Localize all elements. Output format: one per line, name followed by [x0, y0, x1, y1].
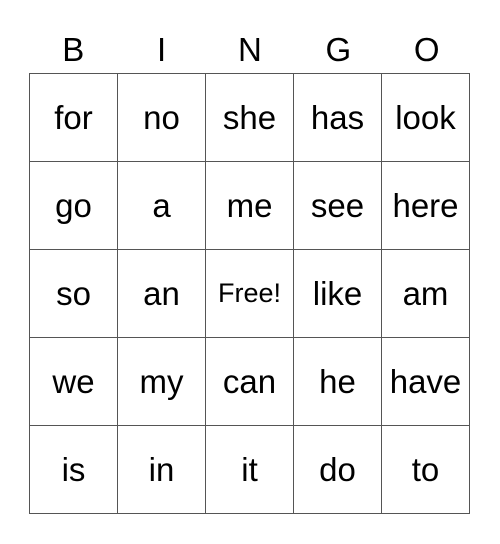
card-cell[interactable]: she	[205, 73, 294, 162]
card-cell[interactable]: my	[117, 337, 206, 426]
card-cell[interactable]: am	[381, 249, 470, 338]
card-row: we my can he have	[29, 337, 470, 426]
card-cell[interactable]: so	[29, 249, 118, 338]
header-letter-b: B	[62, 31, 85, 68]
free-space-cell[interactable]: Free!	[205, 249, 294, 338]
card-cell[interactable]: see	[293, 161, 382, 250]
card-cell[interactable]: me	[205, 161, 294, 250]
card-cell[interactable]: he	[293, 337, 382, 426]
card-cell[interactable]: to	[381, 425, 470, 514]
card-row: is in it do to	[29, 425, 470, 514]
card-cell[interactable]: look	[381, 73, 470, 162]
card-cell[interactable]: an	[117, 249, 206, 338]
bingo-card: for no she has look go a me see here so …	[29, 73, 470, 514]
bingo-header: B I N G O	[29, 28, 471, 72]
card-cell[interactable]: have	[381, 337, 470, 426]
card-cell[interactable]: like	[293, 249, 382, 338]
card-cell[interactable]: here	[381, 161, 470, 250]
card-cell[interactable]: go	[29, 161, 118, 250]
card-row: so an Free! like am	[29, 249, 470, 338]
card-cell[interactable]: it	[205, 425, 294, 514]
card-cell[interactable]: for	[29, 73, 118, 162]
header-letter-n: N	[238, 31, 262, 68]
card-cell[interactable]: do	[293, 425, 382, 514]
header-letter-g: G	[325, 31, 352, 68]
header-letter-i: I	[157, 31, 167, 68]
card-cell[interactable]: no	[117, 73, 206, 162]
card-cell[interactable]: a	[117, 161, 206, 250]
card-cell[interactable]: can	[205, 337, 294, 426]
card-row: for no she has look	[29, 73, 470, 162]
card-row: go a me see here	[29, 161, 470, 250]
card-cell[interactable]: we	[29, 337, 118, 426]
card-cell[interactable]: is	[29, 425, 118, 514]
card-cell[interactable]: has	[293, 73, 382, 162]
card-cell[interactable]: in	[117, 425, 206, 514]
header-letter-o: O	[413, 31, 440, 68]
